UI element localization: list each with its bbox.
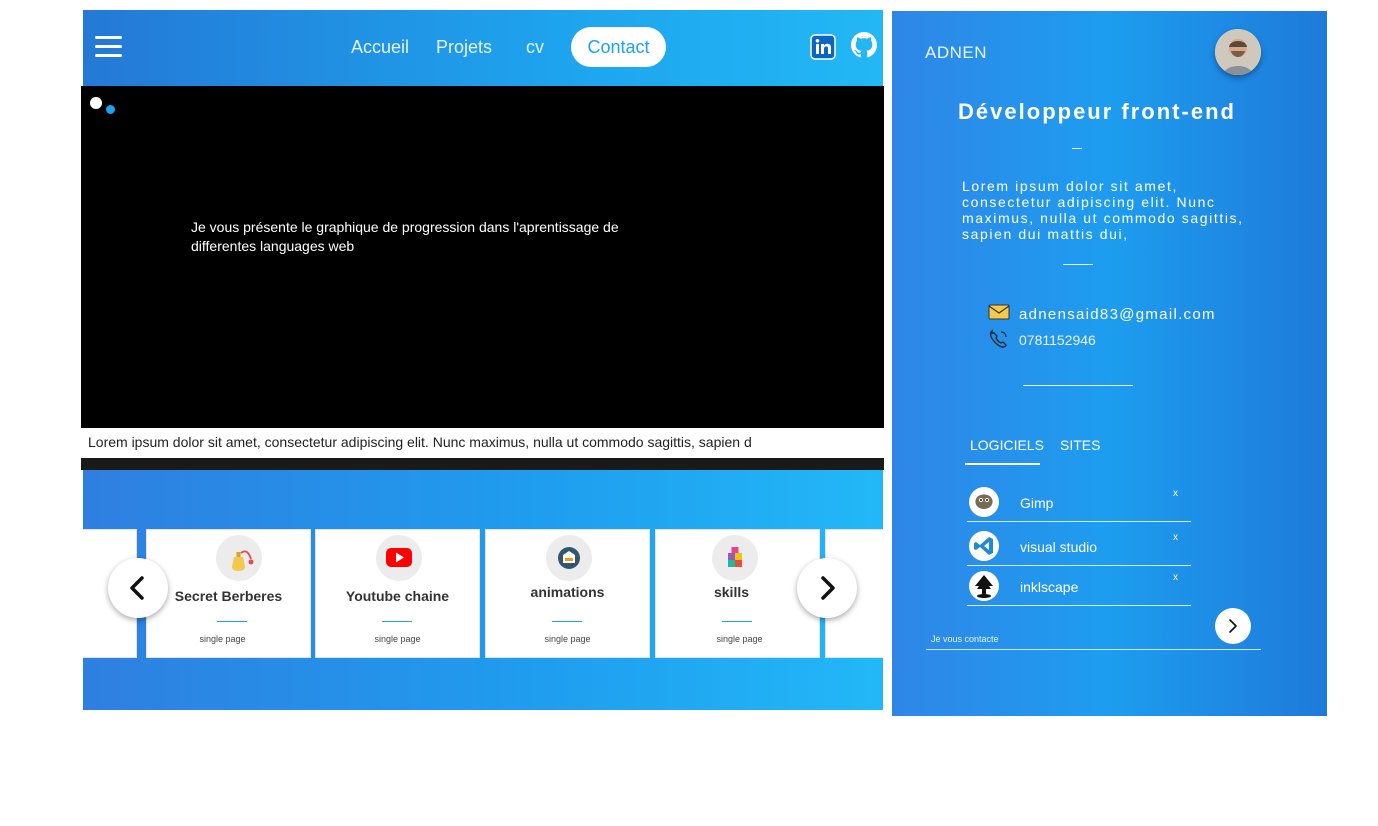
mail-icon [988, 303, 1010, 321]
youtube-icon [376, 535, 422, 581]
remove-button[interactable]: x [1173, 488, 1178, 499]
brand-name: ADNEN [925, 43, 988, 62]
hamburger-menu-icon[interactable] [95, 36, 122, 58]
gimp-icon [969, 487, 999, 517]
phone-number[interactable]: 0781152946 [1019, 332, 1096, 348]
phone-icon [988, 329, 1010, 349]
project-card-secret-berberes[interactable]: Secret Berberes single page [146, 529, 311, 658]
card-title: skills [713, 584, 750, 600]
contact-button[interactable]: Contact [571, 27, 666, 67]
box-icon [546, 535, 592, 581]
github-icon[interactable] [851, 32, 877, 58]
list-item: inklscape x [967, 570, 1191, 606]
card-subtitle: single page [544, 634, 591, 644]
card-title: Secret Berberes [174, 588, 283, 604]
perfume-icon [216, 535, 262, 581]
tab-logiciels[interactable]: LOGICIELS [970, 437, 1044, 453]
role-title: Développeur front-end [958, 99, 1236, 124]
list-item: visual studio x [967, 530, 1191, 566]
remove-button[interactable]: x [1173, 532, 1178, 543]
loading-dot-white [90, 97, 102, 109]
divider [1063, 264, 1093, 265]
project-card-youtube[interactable]: Youtube chaine single page [315, 529, 480, 658]
card-divider [722, 621, 752, 622]
card-subtitle: single page [716, 634, 763, 644]
vscode-icon [969, 531, 999, 561]
software-name: Gimp [1020, 495, 1054, 511]
divider [1072, 148, 1082, 149]
divider [1023, 385, 1133, 386]
chevron-left-icon [130, 576, 144, 600]
video-player[interactable] [81, 86, 884, 428]
contact-input[interactable] [926, 628, 1211, 650]
list-item: Gimp x [967, 486, 1191, 522]
send-button[interactable] [1215, 608, 1251, 644]
card-title: Youtube chaine [345, 588, 450, 604]
email-link[interactable]: adnensaid83@gmail.com [1019, 306, 1216, 323]
video-caption: Lorem ipsum dolor sit amet, consectetur … [88, 434, 752, 450]
card-subtitle: single page [374, 634, 421, 644]
software-name: visual studio [1020, 539, 1098, 555]
chevron-right-icon [821, 576, 835, 600]
card-divider [382, 621, 412, 622]
input-underline [1211, 649, 1261, 650]
card-title: animations [530, 584, 605, 600]
active-tab-indicator [965, 463, 1040, 465]
project-card-animations[interactable]: animations single page [485, 529, 650, 658]
carousel-prev-button[interactable] [108, 558, 168, 618]
card-subtitle: single page [199, 634, 246, 644]
inkscape-icon [969, 571, 999, 601]
video-progress-bar[interactable] [81, 458, 884, 470]
loading-dot-blue [106, 105, 115, 114]
linkedin-icon[interactable] [810, 34, 836, 60]
bio-text: Lorem ipsum dolor sit amet, consectetur … [962, 178, 1244, 242]
project-card-skills[interactable]: skills single page [655, 529, 820, 658]
chevron-right-icon [1229, 619, 1237, 633]
remove-button[interactable]: x [1173, 572, 1178, 583]
nav-link-projets[interactable]: Projets [436, 36, 492, 58]
card-divider [217, 621, 247, 622]
software-name: inklscape [1020, 579, 1079, 595]
card-divider [552, 621, 582, 622]
nav-link-cv[interactable]: cv [526, 36, 544, 58]
blocks-icon [712, 535, 758, 581]
carousel-next-button[interactable] [797, 558, 857, 618]
nav-link-accueil[interactable]: Accueil [351, 36, 409, 58]
video-overlay-text: Je vous présente le graphique de progres… [191, 219, 619, 254]
tab-sites[interactable]: SITES [1060, 437, 1100, 453]
avatar [1215, 29, 1261, 75]
